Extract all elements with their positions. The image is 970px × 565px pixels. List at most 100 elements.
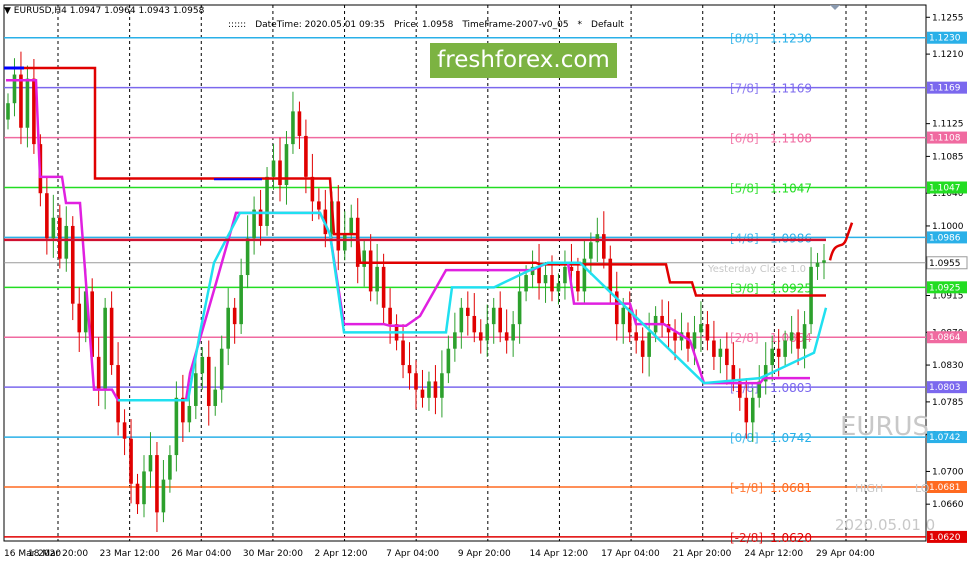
candle-body xyxy=(725,348,729,366)
y-tick-label: 1.0785 xyxy=(932,398,964,408)
watermark-date: 2020.05.01 0 xyxy=(835,516,935,534)
x-tick-label: 23 Mar 12:00 xyxy=(100,549,160,559)
x-tick-label: 9 Apr 20:00 xyxy=(458,549,511,559)
candle-body xyxy=(239,275,243,325)
candle-body xyxy=(245,238,250,276)
candle-body xyxy=(498,307,502,333)
watermark-symbol: EURUS xyxy=(840,412,929,442)
price-tag-text: 1.0681 xyxy=(929,483,961,493)
price-tag-text: 1.0742 xyxy=(929,433,961,443)
price-tag-text: 1.0620 xyxy=(929,533,961,543)
brand-logo[interactable]: freshforex.com xyxy=(430,43,617,78)
murrey-value: 1.0803 xyxy=(770,381,812,395)
candle-body xyxy=(466,307,470,316)
candle-body xyxy=(265,176,269,226)
candle-body xyxy=(692,332,697,349)
price-tag-text: 1.0864 xyxy=(929,333,961,343)
candle-body xyxy=(278,160,282,186)
candle-body xyxy=(440,373,444,398)
candle-body xyxy=(524,275,528,292)
price-tag-text: 1.1047 xyxy=(929,183,961,193)
candle-body xyxy=(822,260,826,263)
murrey-label: [8/8] xyxy=(730,32,759,46)
candle-body xyxy=(103,307,107,390)
collapse-arrow-icon[interactable]: ▼ xyxy=(4,6,11,16)
x-tick-label: 18 Mar 20:00 xyxy=(28,549,88,559)
x-tick-label: 29 Apr 04:00 xyxy=(816,549,875,559)
candle-body xyxy=(200,356,205,374)
watermark-high: HIGH xyxy=(855,482,883,495)
candle-body xyxy=(576,270,580,292)
candle-body xyxy=(129,438,133,484)
candle-body xyxy=(96,356,101,390)
candle-body xyxy=(381,266,386,308)
price-tag-text: 1.1108 xyxy=(929,134,961,144)
price-chart[interactable]: 16 Mar 202018 Mar 20:00 23 Mar 12:00 26 Ma… xyxy=(0,0,970,565)
candle-body xyxy=(699,324,703,333)
candle-body xyxy=(517,291,522,325)
candle-body xyxy=(317,201,321,210)
price-tag-text: 1.0986 xyxy=(929,233,961,243)
murrey-label: [0/8] xyxy=(730,431,759,445)
y-tick-label: 1.1125 xyxy=(932,120,964,130)
candle-body xyxy=(388,307,392,325)
candle-body xyxy=(550,275,554,292)
murrey-label: [-2/8] xyxy=(730,531,763,545)
candle-body xyxy=(161,479,166,513)
candle-body xyxy=(25,78,30,128)
info-price: Price: 1.0958 xyxy=(393,20,454,30)
candle-body xyxy=(349,217,354,235)
candle-body xyxy=(647,332,651,357)
candle-body xyxy=(731,365,736,382)
candle-body xyxy=(712,340,716,357)
candle-body xyxy=(291,111,295,145)
candle-body xyxy=(770,348,774,366)
candle-body xyxy=(362,250,366,267)
candle-body xyxy=(271,160,276,177)
candle-body xyxy=(718,348,723,357)
murrey-value: 1.0986 xyxy=(770,231,812,245)
candle-body xyxy=(453,332,457,349)
x-tick-label: 17 Apr 04:00 xyxy=(601,549,660,559)
candle-body xyxy=(45,193,49,239)
candle-body xyxy=(414,373,418,390)
y-tick-label: 1.1085 xyxy=(932,152,964,162)
murrey-value: 1.1047 xyxy=(770,181,812,195)
candle-body xyxy=(485,324,490,341)
x-tick-label: 26 Mar 04:00 xyxy=(171,549,231,559)
candle-body xyxy=(459,307,464,333)
candle-body xyxy=(543,275,548,284)
info-timeframe: TimeFrame-2007-v0_05 xyxy=(462,20,569,30)
y-tick-label: 1.1000 xyxy=(932,222,964,232)
candle-body xyxy=(297,111,302,136)
info-datetime: DateTime: 2020.05.01 09:35 xyxy=(255,20,385,30)
candle-body xyxy=(168,455,172,480)
murrey-label: [2/8] xyxy=(730,331,759,345)
y-tick-label: 1.0660 xyxy=(932,500,964,510)
candle-body xyxy=(783,340,787,357)
y-tick-label: 1.1210 xyxy=(932,50,964,60)
candle-body xyxy=(375,266,379,292)
murrey-label: [4/8] xyxy=(730,231,759,245)
candle-body xyxy=(776,348,781,357)
murrey-label: [-1/8] xyxy=(730,481,763,495)
candle-body xyxy=(673,332,677,341)
price-tag-text: 1.1230 xyxy=(929,34,961,44)
candle-body xyxy=(226,307,230,349)
candle-body xyxy=(750,397,755,423)
murrey-value: 1.0925 xyxy=(770,281,812,295)
info-star: * xyxy=(577,20,583,30)
candle-body xyxy=(122,422,127,439)
candle-body xyxy=(51,217,56,239)
candle-body xyxy=(537,266,541,284)
candle-body xyxy=(478,332,483,341)
candle-body xyxy=(744,397,749,423)
candle-body xyxy=(563,266,567,284)
candle-body xyxy=(796,332,800,349)
candle-body xyxy=(232,307,237,325)
x-tick-label: 24 Apr 12:00 xyxy=(744,549,803,559)
candle-body xyxy=(12,74,17,104)
candle-body xyxy=(368,250,373,292)
x-tick-label: 30 Mar 20:00 xyxy=(243,549,303,559)
x-tick-label: 2 Apr 12:00 xyxy=(315,549,368,559)
